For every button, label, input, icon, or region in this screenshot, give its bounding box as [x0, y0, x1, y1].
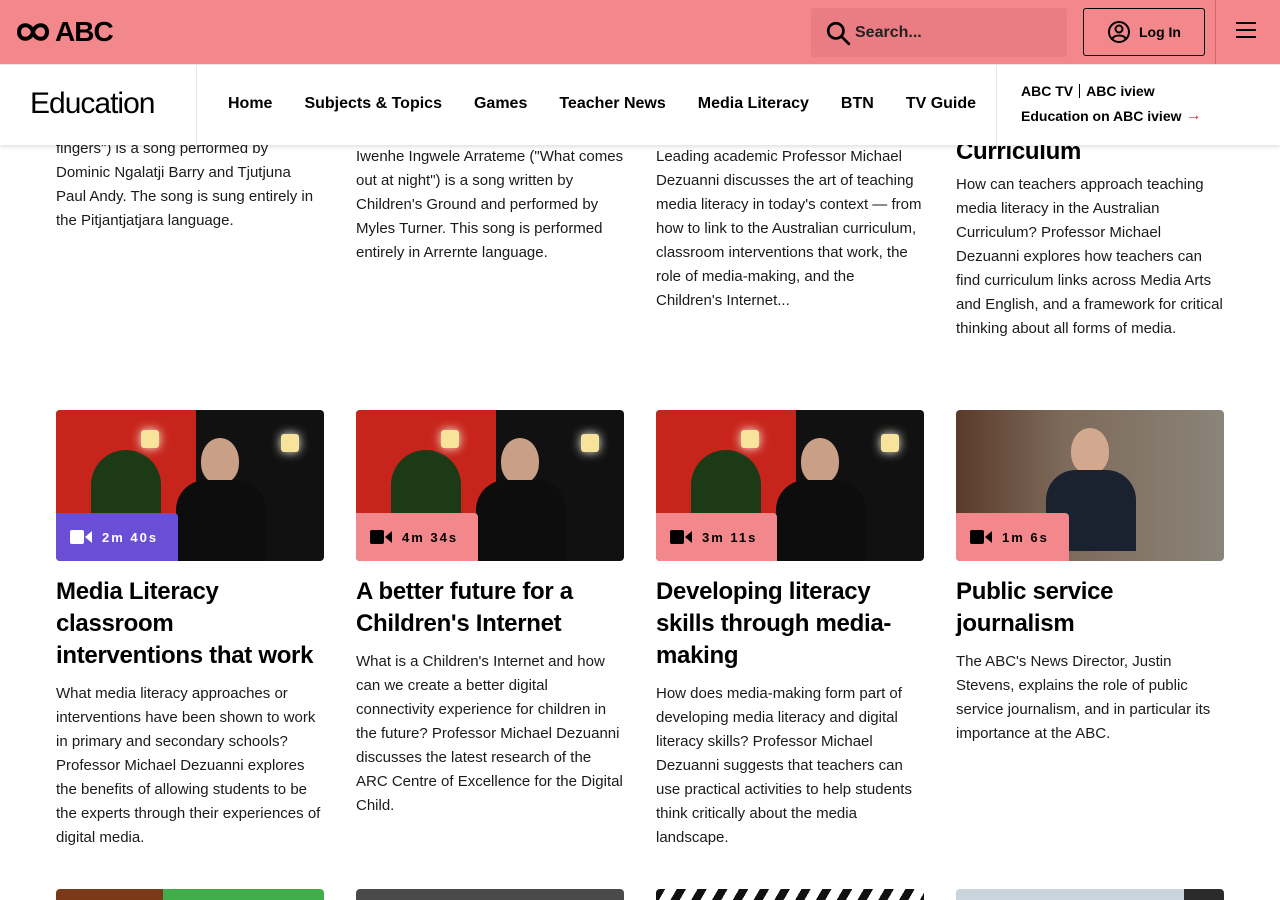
video-thumbnail[interactable] — [656, 889, 924, 900]
card-description: fingers") is a song performed by Dominic… — [56, 140, 314, 229]
hamburger-menu-icon[interactable] — [1236, 22, 1260, 42]
video-thumbnail[interactable] — [356, 889, 624, 900]
login-label: Log In — [1139, 24, 1181, 40]
abc-lissajous-icon — [17, 23, 49, 41]
video-camera-icon — [670, 530, 692, 544]
card-description: Leading academic Professor Michael Dezua… — [656, 148, 922, 309]
video-camera-icon — [970, 530, 992, 544]
card-description: How does media-making form part of devel… — [656, 685, 912, 846]
site-header: ABC Log In — [0, 0, 1280, 64]
duration-badge: 3m 11s — [656, 513, 778, 561]
nav-link-teacher-news[interactable]: Teacher News — [559, 95, 665, 113]
nav-link-games[interactable]: Games — [474, 95, 527, 113]
duration-badge: 1m 6s — [956, 513, 1069, 561]
nav-link-btn[interactable]: BTN — [841, 95, 874, 113]
video-thumbnail[interactable] — [956, 889, 1224, 900]
iview-logos: ABC TV ABC iview — [1021, 83, 1202, 99]
video-thumbnail[interactable]: 1m 6s — [956, 410, 1224, 561]
login-button[interactable]: Log In — [1083, 8, 1205, 56]
nav-links: Home Subjects & Topics Games Teacher New… — [228, 95, 1008, 113]
nav-link-subjects-topics[interactable]: Subjects & Topics — [304, 95, 442, 113]
nav-divider — [196, 65, 197, 145]
search-icon — [826, 21, 851, 45]
iview-link[interactable]: Education on ABC iview → — [1021, 107, 1202, 125]
video-thumbnail[interactable]: 2m 40s — [56, 410, 324, 561]
search-input[interactable] — [855, 23, 1055, 42]
abc-logo[interactable]: ABC — [17, 16, 114, 47]
video-card-3[interactable]: Developing literacy skills through media… — [656, 576, 924, 850]
brand-text: ABC — [55, 16, 114, 47]
video-thumbnail[interactable]: 4m 34s — [356, 410, 624, 561]
duration-text: 2m 40s — [102, 529, 159, 545]
section-title[interactable]: Education — [30, 87, 155, 121]
top-card-1[interactable]: fingers") is a song performed by Dominic… — [56, 137, 324, 233]
video-card-2[interactable]: A better future for a Children's Interne… — [356, 576, 624, 818]
duration-text: 4m 34s — [402, 529, 459, 545]
card-description: What is a Children's Internet and how ca… — [356, 653, 623, 814]
nav-link-home[interactable]: Home — [228, 95, 272, 113]
arrow-right-icon: → — [1185, 107, 1202, 124]
abc-iview-logo: ABC iview — [1086, 83, 1155, 99]
video-thumbnail[interactable]: 3m 11s — [656, 410, 924, 561]
user-account-icon — [1108, 21, 1130, 43]
card-description: How can teachers approach teaching media… — [956, 176, 1223, 337]
iview-promo[interactable]: ABC TV ABC iview Education on ABC iview … — [1021, 83, 1202, 125]
card-description: Iwenhe Ingwele Arrateme ("What comes out… — [356, 148, 624, 261]
card-description: The ABC's News Director, Justin Stevens,… — [956, 653, 1211, 742]
video-card-4[interactable]: Public service journalism The ABC's News… — [956, 576, 1224, 746]
card-description: What media literacy approaches or interv… — [56, 685, 321, 846]
abc-tv-logo: ABC TV — [1021, 83, 1074, 99]
duration-badge: 4m 34s — [356, 513, 479, 561]
card-title[interactable]: A better future for a Children's Interne… — [356, 576, 624, 640]
nav-link-media-literacy[interactable]: Media Literacy — [698, 95, 809, 113]
duration-text: 1m 6s — [1002, 529, 1049, 545]
video-card-1[interactable]: Media Literacy classroom interventions t… — [56, 576, 324, 850]
card-title[interactable]: Public service journalism — [956, 576, 1224, 640]
header-divider — [1215, 0, 1216, 64]
top-card-2[interactable]: Iwenhe Ingwele Arrateme ("What comes out… — [356, 145, 624, 265]
iview-link-label: Education on ABC iview — [1021, 108, 1182, 124]
duration-text: 3m 11s — [702, 529, 758, 545]
search-box[interactable] — [811, 8, 1067, 57]
video-camera-icon — [370, 530, 392, 544]
duration-badge: 2m 40s — [56, 513, 179, 561]
nav-link-tv-guide[interactable]: TV Guide — [906, 95, 976, 113]
video-thumbnail[interactable] — [56, 889, 324, 900]
video-camera-icon — [70, 530, 92, 544]
section-nav: Education Home Subjects & Topics Games T… — [0, 64, 1280, 145]
nav-divider — [996, 65, 997, 145]
top-card-3[interactable]: Leading academic Professor Michael Dezua… — [656, 145, 924, 313]
top-card-4[interactable]: Curriculum How can teachers approach tea… — [956, 136, 1224, 341]
card-title[interactable]: Media Literacy classroom interventions t… — [56, 576, 324, 672]
card-title[interactable]: Developing literacy skills through media… — [656, 576, 924, 672]
